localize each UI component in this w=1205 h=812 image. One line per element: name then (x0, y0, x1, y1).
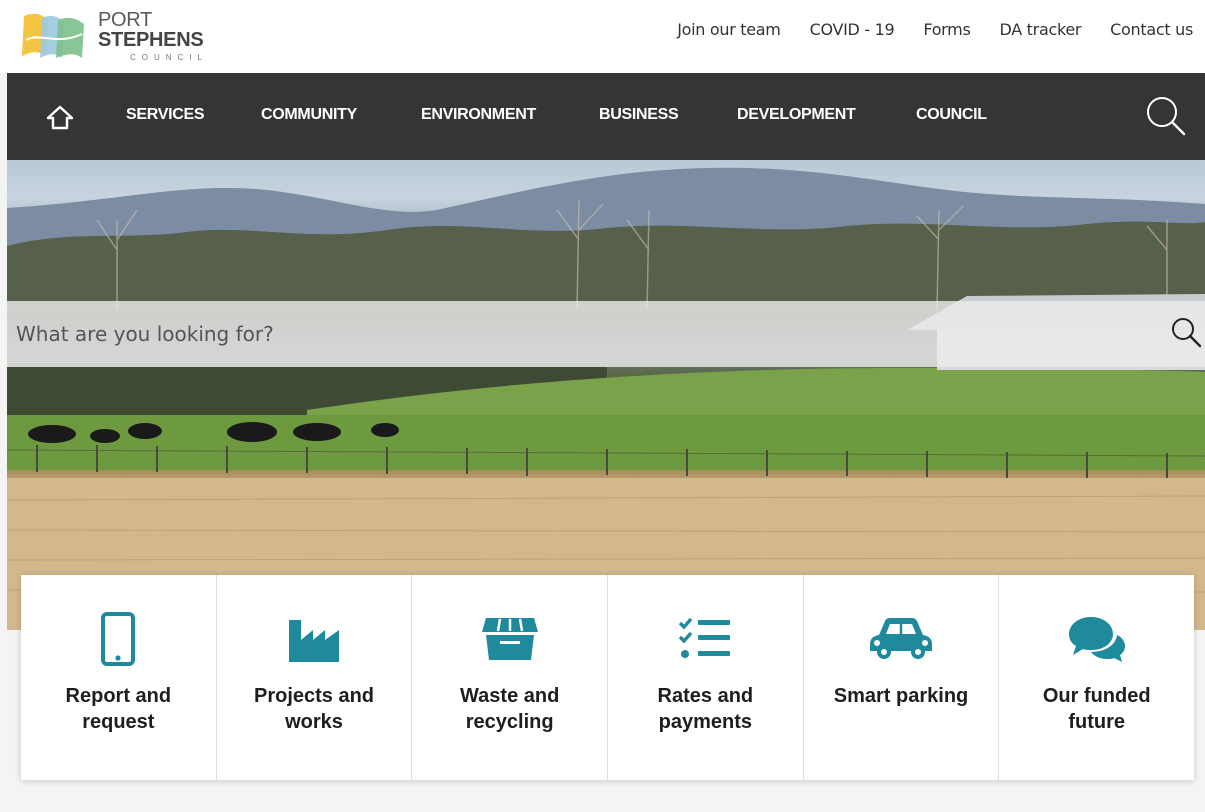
utility-link-join-our-team[interactable]: Join our team (677, 20, 781, 39)
tile-label: Projects and works (253, 685, 375, 733)
quick-links: Report and request Projects and works Wa… (21, 575, 1194, 780)
utility-link-forms[interactable]: Forms (923, 20, 970, 39)
search-submit-icon[interactable] (1169, 315, 1205, 351)
search-bar (7, 301, 1205, 367)
nav-item-environment[interactable]: ENVIRONMENT (421, 106, 536, 124)
hero-landscape-image (7, 167, 1205, 630)
tile-label: Report and request (65, 685, 172, 733)
checklist-icon (673, 611, 737, 667)
utility-link-covid-19[interactable]: COVID - 19 (810, 20, 895, 39)
main-nav: SERVICES COMMUNITY ENVIRONMENT BUSINESS … (7, 73, 1205, 160)
nav-item-community[interactable]: COMMUNITY (261, 106, 357, 124)
mobile-phone-icon (86, 611, 150, 667)
logo-name-bold: STEPHENS (98, 29, 204, 51)
logo-name-regular: PORT (98, 9, 152, 31)
search-icon[interactable] (1145, 95, 1187, 137)
tile-projects-and-works[interactable]: Projects and works (217, 575, 413, 780)
search-input[interactable] (16, 317, 1136, 351)
nav-item-council[interactable]: COUNCIL (916, 106, 987, 124)
utility-nav: Join our team COVID - 19 Forms DA tracke… (677, 20, 1193, 39)
tile-report-and-request[interactable]: Report and request (21, 575, 217, 780)
car-icon (869, 611, 933, 667)
tile-label: Waste and recycling (460, 685, 560, 733)
top-utility-bar: PORT STEPHENS COUNCIL Join our team COVI… (0, 0, 1205, 73)
tile-waste-and-recycling[interactable]: Waste and recycling (412, 575, 609, 780)
nav-item-development[interactable]: DEVELOPMENT (737, 106, 856, 124)
logo-subtitle: COUNCIL (130, 53, 209, 62)
tile-label: Rates and payments (657, 685, 754, 733)
logo-mark-icon (20, 10, 88, 62)
hero-banner (7, 160, 1205, 630)
nav-item-services[interactable]: SERVICES (126, 106, 205, 124)
tile-rates-and-payments[interactable]: Rates and payments (608, 575, 804, 780)
tile-label: Smart parking (833, 685, 969, 707)
tile-our-funded-future[interactable]: Our funded future (999, 575, 1194, 780)
factory-icon (282, 611, 346, 667)
chat-bubbles-icon (1065, 611, 1129, 667)
utility-link-contact-us[interactable]: Contact us (1110, 20, 1193, 39)
tile-label: Our funded future (1042, 685, 1151, 733)
council-logo[interactable]: PORT STEPHENS COUNCIL (20, 8, 260, 64)
utility-link-da-tracker[interactable]: DA tracker (1000, 20, 1082, 39)
nav-item-business[interactable]: BUSINESS (599, 106, 679, 124)
home-icon[interactable] (45, 104, 75, 130)
bin-icon (478, 611, 542, 667)
tile-smart-parking[interactable]: Smart parking (804, 575, 1000, 780)
